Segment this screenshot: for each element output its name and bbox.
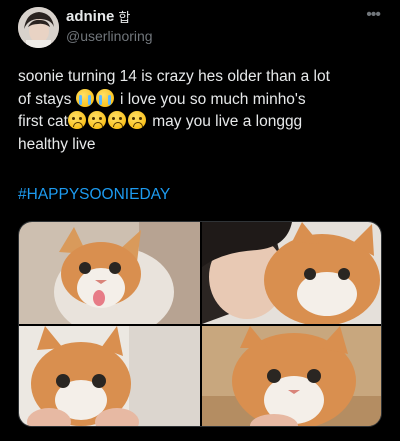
- author-name: adnine: [66, 8, 115, 25]
- tweet-line: soonie turning 14 is crazy hes older tha…: [18, 66, 390, 89]
- avatar[interactable]: [18, 7, 59, 48]
- frowning-face-emoji: [107, 111, 126, 129]
- tweet-card: adnine 합 @userlinoring ••• soonie turnin…: [0, 0, 400, 441]
- frowning-face-emoji: [67, 111, 86, 129]
- tweet-line: healthy live: [18, 134, 390, 157]
- tweet-line: of stays i love you so much minho's: [18, 88, 390, 112]
- tweet-line-3-start: first cat: [18, 113, 68, 130]
- cat-closeup-photo[interactable]: [202, 326, 381, 426]
- frowning-face-emoji: [127, 111, 146, 129]
- tweet-line-2-start: of stays: [18, 90, 72, 108]
- tweet-line: first cat may you live a longgg: [18, 111, 390, 134]
- frowning-face-emoji: [87, 111, 106, 129]
- tweet-line-3-end: may you live a longgg: [147, 113, 303, 130]
- person-kissing-cat-photo[interactable]: [202, 222, 381, 324]
- media-grid: [18, 221, 382, 427]
- cat-tongue-photo[interactable]: [19, 222, 200, 324]
- tweet-line-2-end: i love you so much minho's: [115, 90, 306, 108]
- author-handle[interactable]: @userlinoring: [66, 28, 153, 44]
- tweet-line-4: healthy live: [18, 135, 96, 153]
- tweet-text: soonie turning 14 is crazy hes older tha…: [18, 66, 390, 156]
- author-display-name[interactable]: adnine 합: [66, 7, 130, 26]
- loudly-crying-face-emoji: [75, 88, 94, 107]
- tweet-line-1: soonie turning 14 is crazy hes older tha…: [18, 68, 330, 85]
- lock-icon: 합: [118, 10, 131, 25]
- hashtag-link[interactable]: #HAPPYSOONIEDAY: [18, 186, 170, 204]
- cat-held-in-hands-photo[interactable]: [19, 326, 200, 426]
- more-horizontal-icon[interactable]: •••: [366, 6, 381, 24]
- loudly-crying-face-emoji: [95, 88, 114, 107]
